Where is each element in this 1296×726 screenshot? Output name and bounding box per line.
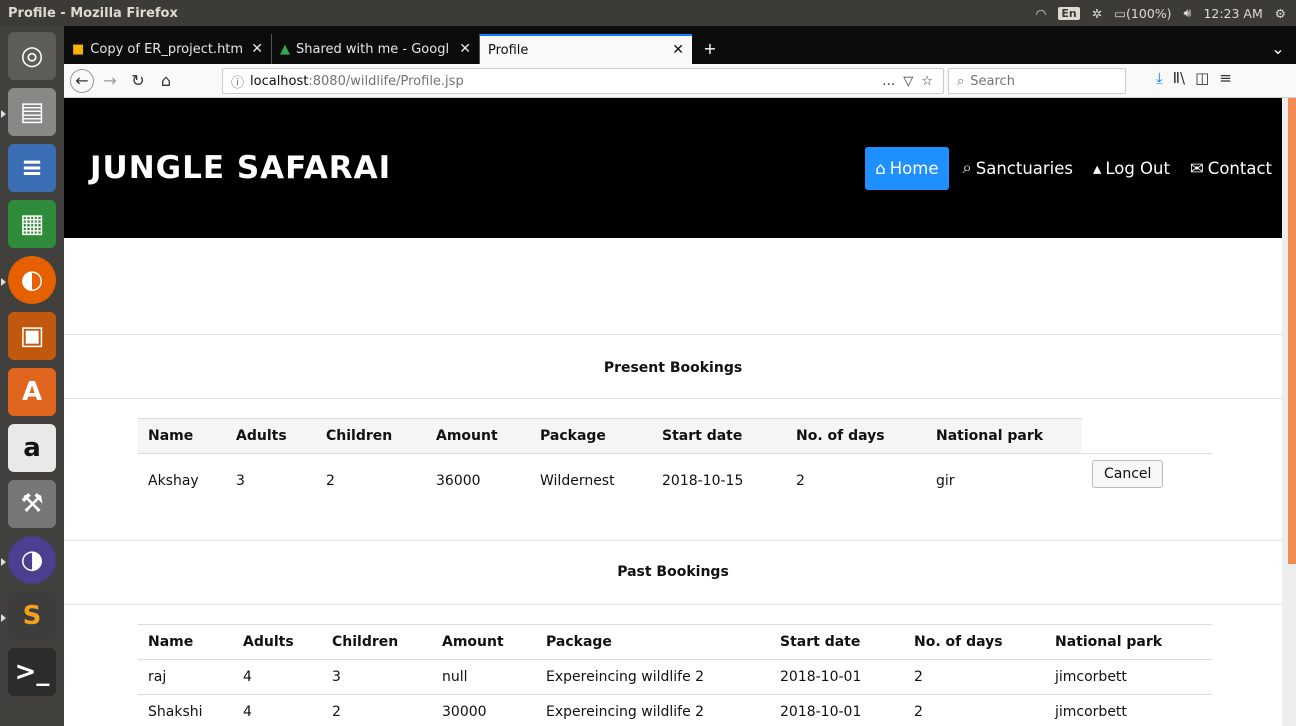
window-title: Profile - Mozilla Firefox	[8, 5, 178, 21]
wifi-icon[interactable]: ◠	[1035, 6, 1046, 21]
page-scrollbar[interactable]	[1282, 98, 1296, 726]
eclipse-icon[interactable]: ◑	[8, 536, 56, 584]
sublime-text-icon[interactable]: S	[8, 592, 56, 640]
home-icon: ⌂	[875, 158, 886, 178]
envelope-icon: ✉	[1189, 158, 1204, 178]
info-icon[interactable]: ⓘ	[231, 72, 244, 91]
unity-launcher: ◎ ▤ ≡ ▦ ◐ ▣ A a ⚒ ◑ S >_	[0, 26, 64, 726]
past-bookings-title: Past Bookings	[617, 564, 729, 580]
home-button[interactable]: ⌂	[154, 69, 178, 93]
ubuntu-dash-icon[interactable]: ◎	[8, 32, 56, 80]
bluetooth-icon[interactable]: ✲	[1092, 6, 1102, 21]
reload-button[interactable]: ↻	[126, 69, 150, 93]
drive-file-icon: ■	[72, 41, 85, 57]
present-bookings-title: Present Bookings	[603, 360, 743, 376]
impress-icon[interactable]: ▣	[8, 312, 56, 360]
site-nav: ⌂ Home ⌕ Sanctuaries ▴ Log Out ✉ Contact	[865, 146, 1282, 190]
table-row: raj 4 3 null Expereincing wildlife 2 201…	[138, 659, 1212, 695]
page-actions-icon[interactable]: … ▽ ☆	[882, 74, 935, 89]
address-bar[interactable]: ⓘ localhost :8080/wildlife/Profile.jsp ……	[222, 68, 944, 94]
nav-contact[interactable]: ✉ Contact	[1180, 147, 1282, 190]
table-row: Akshay 3 2 36000 Wildernest 2018-10-15 2…	[138, 453, 1212, 508]
nav-logout[interactable]: ▴ Log Out	[1083, 147, 1180, 190]
amazon-icon[interactable]: a	[8, 424, 56, 472]
tab-profile[interactable]: Profile ✕	[480, 34, 692, 64]
tab-shared-with-me[interactable]: ▲ Shared with me - Googl ✕	[272, 34, 480, 64]
system-tools-icon[interactable]: ⚒	[8, 480, 56, 528]
tab-er-project[interactable]: ■ Copy of ER_project.htm ✕	[64, 34, 272, 64]
downloads-icon[interactable]: ⤓	[1156, 69, 1163, 87]
url-host: localhost	[250, 73, 309, 89]
os-top-bar: Profile - Mozilla Firefox ◠ En ✲ ▭(100%)…	[0, 0, 1296, 26]
nav-home[interactable]: ⌂ Home	[865, 146, 949, 190]
close-tab-icon[interactable]: ✕	[459, 41, 471, 57]
new-tab-button[interactable]: +	[698, 36, 722, 60]
keyboard-layout-indicator[interactable]: En	[1058, 6, 1080, 20]
settings-gear-icon[interactable]: ⚙	[1275, 6, 1286, 21]
google-drive-icon: ▲	[280, 41, 290, 57]
url-path: :8080/wildlife/Profile.jsp	[308, 73, 464, 89]
present-bookings-table: Name Adults Children Amount Package Star…	[138, 418, 1212, 508]
scrollbar-thumb[interactable]	[1288, 98, 1296, 564]
menu-icon[interactable]: ≡	[1219, 69, 1232, 87]
past-bookings-table: Name Adults Children Amount Package Star…	[138, 624, 1212, 726]
system-tray: ◠ En ✲ ▭(100%) 🔊︎ 12:23 AM ⚙	[1035, 5, 1296, 21]
search-icon: ⌕	[962, 158, 972, 177]
library-icon[interactable]: Ⅱ\	[1173, 69, 1185, 87]
user-icon: ▴	[1093, 158, 1102, 178]
close-tab-icon[interactable]: ✕	[251, 41, 263, 57]
forward-button[interactable]: →	[98, 69, 122, 93]
table-header-row: Name Adults Children Amount Package Star…	[138, 418, 1212, 454]
cancel-booking-button[interactable]: Cancel	[1092, 460, 1164, 488]
search-icon: ⌕	[957, 73, 965, 89]
navigation-toolbar: ← → ↻ ⌂ ⓘ localhost :8080/wildlife/Profi…	[64, 64, 1296, 98]
back-button[interactable]: ←	[70, 68, 94, 93]
table-row: Shakshi 4 2 30000 Expereincing wildlife …	[138, 694, 1212, 726]
tab-strip: ■ Copy of ER_project.htm ✕ ▲ Shared with…	[64, 26, 1296, 64]
tab-list-chevron-icon[interactable]: ⌄	[1266, 36, 1290, 60]
search-input[interactable]: ⌕ Search	[948, 68, 1126, 94]
files-icon[interactable]: ▤	[8, 88, 56, 136]
clock[interactable]: 12:23 AM	[1203, 6, 1262, 21]
table-header-row: Name Adults Children Amount Package Star…	[138, 624, 1212, 660]
writer-icon[interactable]: ≡	[8, 144, 56, 192]
close-tab-icon[interactable]: ✕	[672, 42, 684, 58]
terminal-icon[interactable]: >_	[8, 648, 56, 696]
sidebar-icon[interactable]: ◫	[1195, 69, 1209, 87]
battery-indicator[interactable]: ▭(100%)	[1114, 6, 1171, 21]
site-header: JUNGLE SAFARAI ⌂ Home ⌕ Sanctuaries ▴ Log O…	[64, 98, 1282, 238]
site-brand[interactable]: JUNGLE SAFARAI	[90, 150, 391, 186]
software-center-icon[interactable]: A	[8, 368, 56, 416]
firefox-icon[interactable]: ◐	[8, 256, 56, 304]
nav-sanctuaries[interactable]: ⌕ Sanctuaries	[953, 146, 1084, 190]
web-page: JUNGLE SAFARAI ⌂ Home ⌕ Sanctuaries ▴ Log O…	[64, 98, 1282, 726]
calc-icon[interactable]: ▦	[8, 200, 56, 248]
volume-icon[interactable]: 🔊︎	[1184, 5, 1192, 21]
browser-window: ■ Copy of ER_project.htm ✕ ▲ Shared with…	[64, 26, 1296, 726]
